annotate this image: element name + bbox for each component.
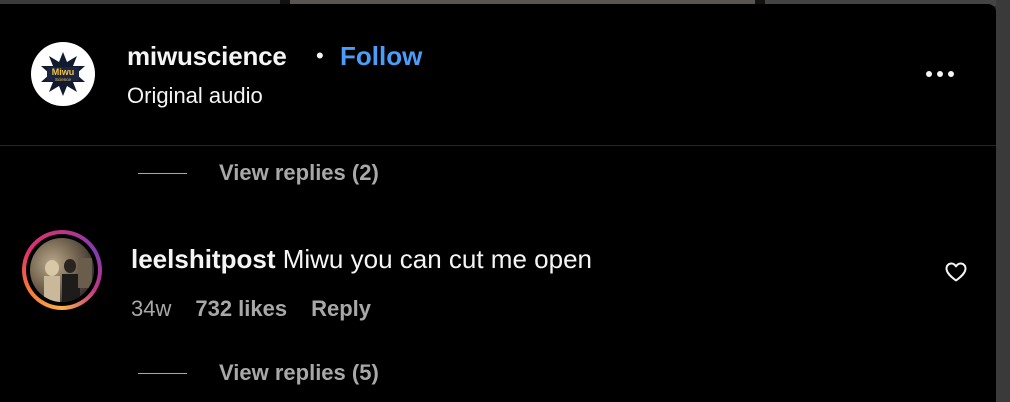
miwu-science-logo: Miwu Science <box>41 52 85 96</box>
audio-label[interactable]: Original audio <box>127 83 263 109</box>
replies-divider-line <box>138 372 187 374</box>
avatar-photo <box>30 238 94 302</box>
more-options-button[interactable] <box>922 62 958 86</box>
comment-likes[interactable]: 732 likes <box>195 296 287 322</box>
replies-divider-line <box>138 172 187 174</box>
view-replies-label: View replies (5) <box>219 360 379 385</box>
person-image-icon <box>44 258 92 302</box>
separator-dot: • <box>316 43 324 68</box>
post-header: Miwu Science miwuscience • Follow Origin… <box>0 4 996 146</box>
comment-avatar[interactable] <box>22 230 102 310</box>
comment-username[interactable]: leelshitpost <box>131 244 275 274</box>
follow-button[interactable]: Follow <box>340 41 422 72</box>
comment-age: 34w <box>131 296 172 321</box>
scroll-edge <box>996 0 1010 402</box>
view-replies-toggle[interactable]: View replies (5) <box>138 360 379 386</box>
post-username[interactable]: miwuscience <box>127 41 287 72</box>
account-avatar[interactable]: Miwu Science <box>31 42 95 106</box>
more-icon <box>926 71 932 77</box>
svg-text:Miwu: Miwu <box>52 67 75 77</box>
view-replies-label: View replies (2) <box>219 160 379 185</box>
comment-body: leelshitpost Miwu you can cut me open <box>131 244 592 275</box>
comments-panel: Miwu Science miwuscience • Follow Origin… <box>0 4 996 402</box>
view-replies-toggle[interactable]: View replies (2) <box>138 160 379 186</box>
comment-meta: 34w 732 likes Reply <box>131 296 371 322</box>
heart-icon[interactable] <box>944 260 968 284</box>
reply-button[interactable]: Reply <box>311 296 371 322</box>
comment-text: Miwu you can cut me open <box>282 244 592 274</box>
svg-text:Science: Science <box>55 77 72 82</box>
